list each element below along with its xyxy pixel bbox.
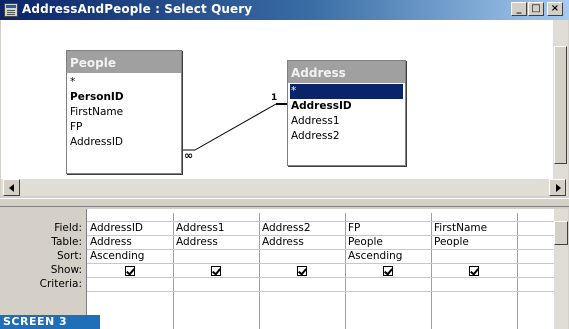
join-one-label: 1 (271, 93, 277, 103)
table-field[interactable]: AddressID (288, 99, 405, 114)
grid-row-divider (87, 291, 555, 292)
grid-row-divider (87, 277, 555, 278)
table-pane-vertical-scrollbar[interactable] (553, 20, 568, 179)
join-many-label: ∞ (184, 149, 193, 162)
table-field[interactable]: FirstName (67, 105, 181, 120)
query-icon (4, 3, 18, 17)
grid-cell-sort[interactable]: Ascending (90, 250, 144, 262)
table-pane-scroll-thumb[interactable] (554, 46, 567, 164)
row-label-sort: Sort: (56, 250, 82, 262)
grid-cell-field[interactable]: Address2 (262, 222, 311, 234)
table-field[interactable]: Address1 (288, 114, 405, 129)
show-checkbox[interactable] (383, 266, 393, 276)
grid-column-divider (345, 213, 346, 329)
grid-cell-field[interactable]: Address1 (176, 222, 225, 234)
grid-cell-table[interactable]: Address (176, 236, 218, 248)
table-field[interactable]: PersonID (67, 90, 181, 105)
pane-splitter[interactable] (0, 196, 569, 209)
table-pane[interactable]: 1 ∞ People * PersonID FirstName FP AddressID… (1, 20, 553, 179)
show-checkbox[interactable] (211, 266, 221, 276)
people-table-title[interactable]: People (67, 51, 181, 73)
grid-cell-sort[interactable]: Ascending (348, 250, 402, 262)
grid-row-divider (87, 263, 555, 264)
close-button[interactable]: × (547, 2, 563, 16)
grid-column-divider (259, 213, 260, 329)
screen-caption: SCREEN 3 (0, 315, 100, 329)
row-label-field: Field: (54, 222, 82, 234)
grid-column-divider (517, 213, 518, 329)
table-field[interactable]: FP (67, 120, 181, 135)
grid-cell-field[interactable]: AddressID (90, 222, 143, 234)
minimize-button[interactable]: _ (511, 2, 527, 16)
table-pane-horizontal-scrollbar[interactable] (1, 179, 568, 196)
row-label-show: Show: (50, 264, 82, 276)
grid-cell-table[interactable]: Address (90, 236, 132, 248)
row-label-table: Table: (51, 236, 82, 248)
table-field[interactable]: * (67, 75, 181, 90)
row-label-criteria: Criteria: (39, 278, 82, 290)
address-table-box[interactable]: Address * AddressID Address1 Address2 (287, 60, 406, 166)
grid-row-labels: Field: Table: Sort: Show: Criteria: (0, 209, 86, 329)
show-checkbox[interactable] (297, 266, 307, 276)
query-window: AddressAndPeople : Select Query _ □ × 1 … (0, 0, 569, 329)
grid-cell-table[interactable]: People (348, 236, 383, 248)
maximize-button[interactable]: □ (528, 2, 544, 16)
grid-cell-field[interactable]: FirstName (434, 222, 487, 234)
scroll-right-button[interactable] (549, 179, 566, 196)
title-bar[interactable]: AddressAndPeople : Select Query _ □ × (0, 0, 569, 20)
grid-vertical-scrollbar[interactable] (554, 209, 568, 329)
grid-column-divider (173, 213, 174, 329)
show-checkbox[interactable] (125, 266, 135, 276)
address-table-title[interactable]: Address (288, 61, 405, 83)
grid-row-divider (87, 249, 555, 250)
grid-cell-table[interactable]: People (434, 236, 469, 248)
table-field[interactable]: Address2 (288, 129, 405, 144)
grid-column-divider (431, 213, 432, 329)
people-table-box[interactable]: People * PersonID FirstName FP AddressID (66, 50, 182, 174)
grid-cell-table[interactable]: Address (262, 236, 304, 248)
grid-scroll-thumb[interactable] (554, 221, 568, 245)
window-title: AddressAndPeople : Select Query (22, 2, 253, 16)
scroll-left-button[interactable] (3, 179, 20, 196)
show-checkbox[interactable] (469, 266, 479, 276)
design-grid[interactable]: AddressID Address Ascending Address1 Address… (86, 209, 555, 329)
table-field[interactable]: AddressID (67, 135, 181, 150)
grid-cell-field[interactable]: FP (348, 222, 360, 234)
arrow-right-icon (556, 184, 561, 192)
grid-row-divider (87, 235, 555, 236)
table-field[interactable]: * (290, 84, 403, 99)
arrow-left-icon (9, 184, 14, 192)
